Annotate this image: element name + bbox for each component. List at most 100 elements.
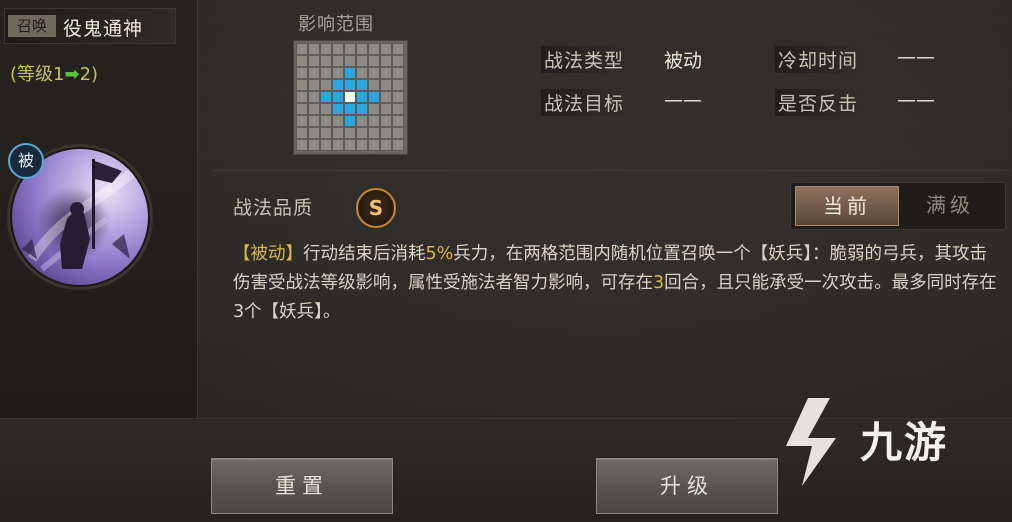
- range-grid-cell: [308, 127, 320, 139]
- skill-name: 役鬼通神: [63, 18, 144, 40]
- range-grid-cell: [296, 115, 308, 127]
- range-grid-cell: [368, 115, 380, 127]
- watermark-text: 九游: [860, 418, 949, 467]
- range-grid-cell: [308, 103, 320, 115]
- range-affected-cell: [356, 91, 368, 103]
- level-to: 2): [79, 64, 99, 85]
- range-grid-cell: [380, 127, 392, 139]
- range-affected-cell: [332, 91, 344, 103]
- tab-current-level[interactable]: 当前: [795, 186, 899, 226]
- level-view-toggle: 当前 满级: [790, 182, 1006, 230]
- range-grid-cell: [368, 127, 380, 139]
- range-grid-cell: [368, 55, 380, 67]
- range-grid-cell: [368, 79, 380, 91]
- range-title: 影响范围: [298, 14, 374, 35]
- range-affected-cell: [344, 115, 356, 127]
- skill-level-change: (等级1➡2): [10, 60, 98, 86]
- range-grid-cell: [392, 43, 404, 55]
- range-grid-cell: [344, 55, 356, 67]
- cooldown-value: ——: [897, 46, 935, 68]
- range-affected-cell: [344, 79, 356, 91]
- range-grid-cell: [356, 127, 368, 139]
- skill-type-value: 被动: [664, 50, 703, 72]
- passive-badge: 被: [8, 143, 44, 179]
- range-grid-cell: [356, 55, 368, 67]
- range-grid-cell: [320, 139, 332, 151]
- range-grid-cell: [296, 79, 308, 91]
- range-grid-cell: [320, 115, 332, 127]
- range-grid-cell: [308, 91, 320, 103]
- range-grid-cell: [308, 67, 320, 79]
- range-grid-cell: [380, 67, 392, 79]
- range-grid-cell: [356, 115, 368, 127]
- skill-portrait: 被: [8, 143, 150, 287]
- section-divider: [213, 170, 1011, 171]
- quality-grade-badge: S: [356, 188, 396, 228]
- range-grid-cell: [392, 103, 404, 115]
- range-affected-cell: [344, 67, 356, 79]
- counter-label: 是否反击: [775, 89, 862, 116]
- range-grid-cell: [296, 55, 308, 67]
- desc-passive-tag: 【被动】: [233, 244, 303, 264]
- range-grid-cell: [356, 43, 368, 55]
- range-grid-cell: [392, 67, 404, 79]
- range-grid-cell: [368, 139, 380, 151]
- range-affected-cell: [344, 103, 356, 115]
- level-arrow-icon: ➡: [64, 64, 80, 85]
- range-grid-cell: [332, 43, 344, 55]
- range-grid-cell: [308, 115, 320, 127]
- range-center-cell: [344, 91, 356, 103]
- range-grid-cell: [344, 139, 356, 151]
- quality-label: 战法品质: [233, 197, 314, 219]
- watermark-logo: 九游: [768, 385, 978, 495]
- desc-value-percent: 5%: [425, 244, 454, 264]
- range-grid-cell: [368, 67, 380, 79]
- range-grid-cell: [380, 91, 392, 103]
- range-grid-cell: [344, 127, 356, 139]
- range-grid-cell: [320, 127, 332, 139]
- skill-sidebar: 召唤 役鬼通神 (等级1➡2) 被: [0, 0, 198, 418]
- skill-name-bar: 召唤 役鬼通神: [4, 8, 176, 44]
- skill-detail-panel: 召唤 役鬼通神 (等级1➡2) 被 影响范围 战法类型 被动 冷却时间 —— 战…: [0, 0, 1012, 522]
- range-grid: [293, 40, 408, 155]
- range-grid-cell: [380, 139, 392, 151]
- skill-type-tag: 召唤: [8, 15, 56, 37]
- tab-max-level[interactable]: 满级: [899, 186, 1001, 224]
- range-affected-cell: [368, 91, 380, 103]
- nine-game-logo-icon: [786, 398, 836, 486]
- range-grid-cell: [320, 55, 332, 67]
- range-grid-cell: [320, 79, 332, 91]
- desc-text-1: 行动结束后消耗: [303, 244, 426, 264]
- target-value: ——: [664, 89, 702, 111]
- range-grid-cell: [296, 91, 308, 103]
- range-grid-cell: [308, 79, 320, 91]
- range-grid-cell: [344, 43, 356, 55]
- range-grid-cell: [308, 43, 320, 55]
- range-grid-cell: [380, 43, 392, 55]
- range-grid-cell: [332, 127, 344, 139]
- range-grid-cell: [368, 103, 380, 115]
- range-grid-cell: [320, 43, 332, 55]
- range-grid-cell: [392, 91, 404, 103]
- range-grid-cell: [332, 115, 344, 127]
- range-grid-cell: [320, 67, 332, 79]
- range-grid-cell: [332, 139, 344, 151]
- skill-type-label: 战法类型: [541, 46, 628, 73]
- range-grid-cell: [392, 55, 404, 67]
- cooldown-label: 冷却时间: [775, 46, 862, 73]
- range-grid-cell: [320, 103, 332, 115]
- range-grid-cell: [380, 115, 392, 127]
- target-label: 战法目标: [541, 89, 628, 116]
- range-grid-cell: [296, 67, 308, 79]
- range-affected-cell: [356, 79, 368, 91]
- range-affected-cell: [320, 91, 332, 103]
- skill-description: 【被动】行动结束后消耗5%兵力，在两格范围内随机位置召唤一个【妖兵】：脆弱的弓兵…: [233, 240, 1003, 327]
- desc-value-rounds: 3: [653, 273, 665, 293]
- range-grid-cell: [308, 139, 320, 151]
- reset-button[interactable]: 重置: [211, 458, 393, 514]
- range-grid-cell: [332, 67, 344, 79]
- upgrade-button[interactable]: 升级: [596, 458, 778, 514]
- range-grid-cell: [296, 103, 308, 115]
- range-grid-cell: [332, 55, 344, 67]
- range-grid-cell: [380, 103, 392, 115]
